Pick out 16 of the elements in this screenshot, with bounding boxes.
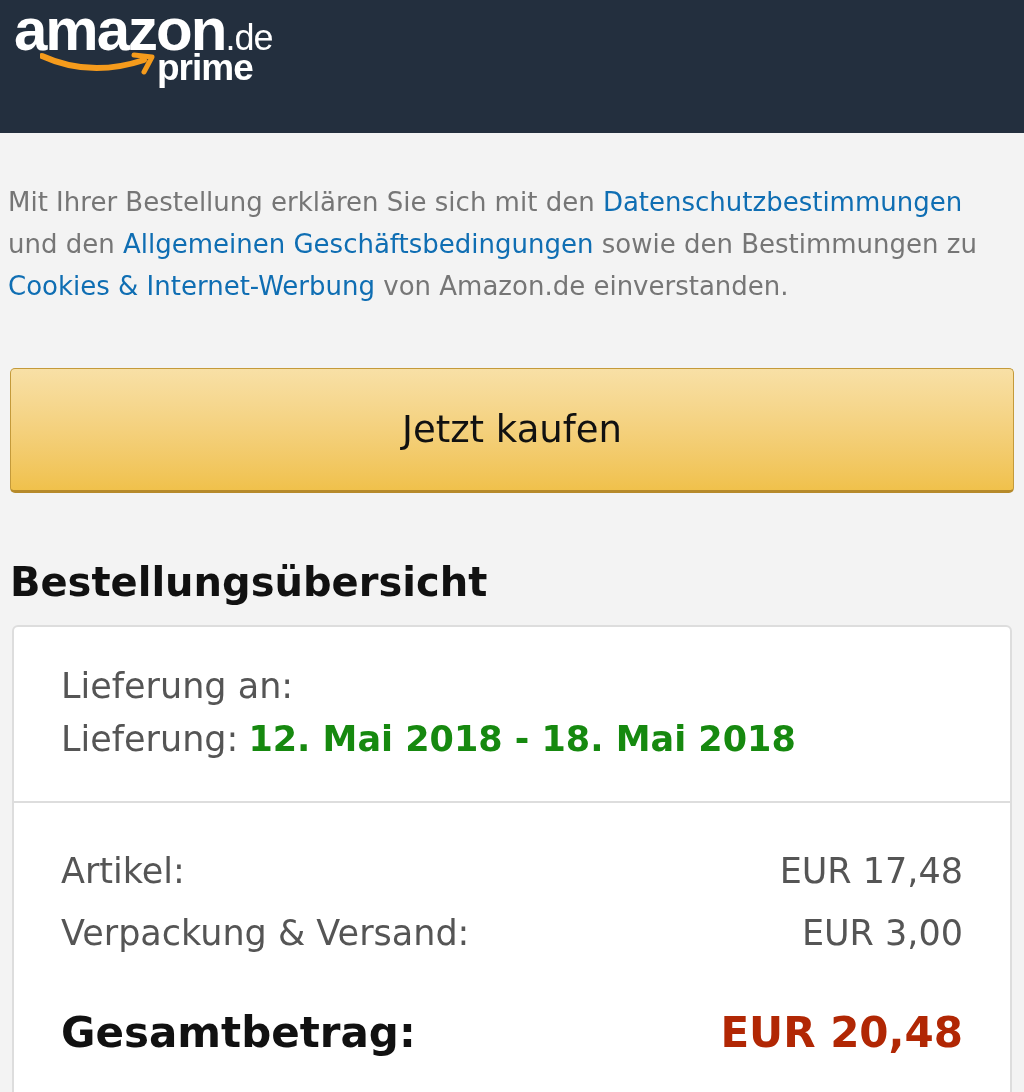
total-label: Gesamtbetrag: xyxy=(61,1007,416,1059)
delivery-date: 12. Mai 2018 - 18. Mai 2018 xyxy=(248,718,796,761)
legal-link[interactable]: Allgemeinen Geschäftsbedingungen xyxy=(122,229,594,259)
buy-now-button[interactable]: Jetzt kaufen xyxy=(10,368,1014,493)
total-amount: EUR 20,48 xyxy=(720,1007,963,1059)
delivery-label: Lieferung an: xyxy=(61,665,294,708)
legal-link[interactable]: Datenschutzbestimmungen xyxy=(602,187,963,217)
legal-link[interactable]: Cookies & Internet-Werbung xyxy=(8,271,375,301)
delivery-label: Lieferung: xyxy=(61,718,239,761)
cost-amount: EUR 17,48 xyxy=(779,850,963,893)
order-summary-heading: Bestellungsübersicht xyxy=(9,558,489,606)
cost-amount: EUR 3,00 xyxy=(801,912,963,955)
cost-label: Verpackung & Versand: xyxy=(61,912,470,955)
consent-text: Mit Ihrer Bestellung erklären Sie sich mit den Datenschutzbestimmungen und den Allgemeinen Geschäftsbedingungen sowie den Bestimmungen zu Cookies & Internet-Werbung von Amazon.de einverstanden. xyxy=(7,186,978,303)
cost-label: Artikel: xyxy=(61,850,185,893)
smile-arrow-icon xyxy=(40,52,156,76)
